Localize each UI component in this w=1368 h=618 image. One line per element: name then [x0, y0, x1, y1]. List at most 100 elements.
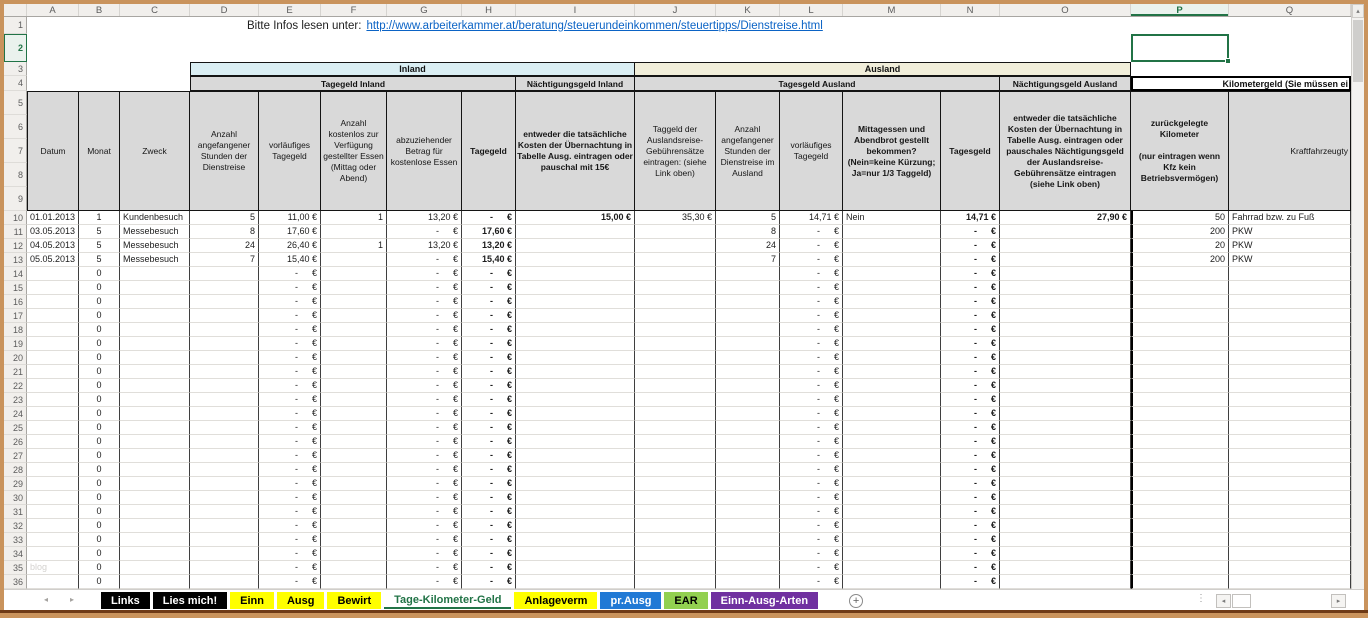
- cell-H21[interactable]: -€: [462, 365, 516, 379]
- vertical-scrollbar[interactable]: ▴: [1351, 4, 1364, 589]
- cell-D33[interactable]: [190, 533, 259, 547]
- section-header-naechtigungsgeld-ausland[interactable]: Nächtigungsgeld Ausland: [1000, 76, 1131, 91]
- cell-H36[interactable]: -€: [462, 575, 516, 589]
- cell-H16[interactable]: -€: [462, 295, 516, 309]
- sheet-tab-pr-ausg[interactable]: pr.Ausg: [600, 592, 661, 609]
- cell-H28[interactable]: -€: [462, 463, 516, 477]
- cell-L10[interactable]: 14,71 €: [780, 211, 843, 225]
- cell-J24[interactable]: [635, 407, 716, 421]
- cell-I31[interactable]: [516, 505, 635, 519]
- cell-P35[interactable]: [1131, 561, 1229, 575]
- cell-B25[interactable]: 0: [79, 421, 120, 435]
- cell-O35[interactable]: [1000, 561, 1131, 575]
- row-header-6[interactable]: 6: [4, 115, 27, 139]
- cell-A22[interactable]: [27, 379, 79, 393]
- cell-L28[interactable]: -€: [780, 463, 843, 477]
- cell-C22[interactable]: [120, 379, 190, 393]
- column-header-L[interactable]: L: [780, 4, 843, 16]
- cell-H10[interactable]: -€: [462, 211, 516, 225]
- row-header-36[interactable]: 36: [4, 575, 27, 589]
- cell-D20[interactable]: [190, 351, 259, 365]
- header-cell-B[interactable]: Monat: [79, 91, 120, 211]
- cell-A23[interactable]: [27, 393, 79, 407]
- cell-A21[interactable]: [27, 365, 79, 379]
- tab-nav-right-icon[interactable]: ▸: [70, 595, 74, 604]
- cell-C15[interactable]: [120, 281, 190, 295]
- row-header-28[interactable]: 28: [4, 463, 27, 477]
- cell-F23[interactable]: [321, 393, 387, 407]
- tab-nav-left-icon[interactable]: ◂: [44, 595, 48, 604]
- sheet-tab-bewirt[interactable]: Bewirt: [327, 592, 381, 609]
- cell-I36[interactable]: [516, 575, 635, 589]
- cell-P21[interactable]: [1131, 365, 1229, 379]
- cell-J13[interactable]: [635, 253, 716, 267]
- cell-N27[interactable]: -€: [941, 449, 1000, 463]
- cell-Q16[interactable]: [1229, 295, 1351, 309]
- row-header-20[interactable]: 20: [4, 351, 27, 365]
- cell-F26[interactable]: [321, 435, 387, 449]
- cell-K18[interactable]: [716, 323, 780, 337]
- cell-N35[interactable]: -€: [941, 561, 1000, 575]
- cell-C29[interactable]: [120, 477, 190, 491]
- cell-M33[interactable]: [843, 533, 941, 547]
- cell-I27[interactable]: [516, 449, 635, 463]
- cell-G15[interactable]: -€: [387, 281, 462, 295]
- cell-J20[interactable]: [635, 351, 716, 365]
- cell-A30[interactable]: [27, 491, 79, 505]
- cell-G27[interactable]: -€: [387, 449, 462, 463]
- horizontal-scroll-thumb[interactable]: [1232, 594, 1251, 608]
- cell-B16[interactable]: 0: [79, 295, 120, 309]
- cell-I10[interactable]: 15,00 €: [516, 211, 635, 225]
- cell-I34[interactable]: [516, 547, 635, 561]
- section-header-tagegeld-inland[interactable]: Tagegeld Inland: [190, 76, 516, 91]
- row-header-31[interactable]: 31: [4, 505, 27, 519]
- cell-Q28[interactable]: [1229, 463, 1351, 477]
- cell-K30[interactable]: [716, 491, 780, 505]
- cell-H23[interactable]: -€: [462, 393, 516, 407]
- cell-B12[interactable]: 5: [79, 239, 120, 253]
- column-header-C[interactable]: C: [120, 4, 190, 16]
- cell-A35[interactable]: blog: [27, 561, 79, 575]
- cell-J29[interactable]: [635, 477, 716, 491]
- cell-E34[interactable]: -€: [259, 547, 321, 561]
- row-header-10[interactable]: 10: [4, 211, 27, 225]
- row-header-35[interactable]: 35: [4, 561, 27, 575]
- cell-G13[interactable]: -€: [387, 253, 462, 267]
- cell-J26[interactable]: [635, 435, 716, 449]
- cell-N33[interactable]: -€: [941, 533, 1000, 547]
- cell-O36[interactable]: [1000, 575, 1131, 589]
- cell-B23[interactable]: 0: [79, 393, 120, 407]
- cell-E15[interactable]: -€: [259, 281, 321, 295]
- cell-K14[interactable]: [716, 267, 780, 281]
- row-header-19[interactable]: 19: [4, 337, 27, 351]
- cell-Q11[interactable]: PKW: [1229, 225, 1351, 239]
- cell-L34[interactable]: -€: [780, 547, 843, 561]
- sheet-tab-einn-ausg-arten[interactable]: Einn-Ausg-Arten: [711, 592, 818, 609]
- cell-A33[interactable]: [27, 533, 79, 547]
- cell-O15[interactable]: [1000, 281, 1131, 295]
- cell-N20[interactable]: -€: [941, 351, 1000, 365]
- cell-Q35[interactable]: [1229, 561, 1351, 575]
- cell-C10[interactable]: Kundenbesuch: [120, 211, 190, 225]
- section-header-tagesgeld-ausland[interactable]: Tagesgeld Ausland: [635, 76, 1000, 91]
- cell-L17[interactable]: -€: [780, 309, 843, 323]
- cell-H31[interactable]: -€: [462, 505, 516, 519]
- cell-Q25[interactable]: [1229, 421, 1351, 435]
- cell-F29[interactable]: [321, 477, 387, 491]
- cell-P15[interactable]: [1131, 281, 1229, 295]
- row-header-7[interactable]: 7: [4, 139, 27, 163]
- cell-N10[interactable]: 14,71 €: [941, 211, 1000, 225]
- cell-D32[interactable]: [190, 519, 259, 533]
- cell-M28[interactable]: [843, 463, 941, 477]
- cell-Q22[interactable]: [1229, 379, 1351, 393]
- cell-B13[interactable]: 5: [79, 253, 120, 267]
- cell-F16[interactable]: [321, 295, 387, 309]
- cell-O16[interactable]: [1000, 295, 1131, 309]
- cell-E10[interactable]: 11,00 €: [259, 211, 321, 225]
- cell-A25[interactable]: [27, 421, 79, 435]
- cell-C17[interactable]: [120, 309, 190, 323]
- cell-P29[interactable]: [1131, 477, 1229, 491]
- cell-M22[interactable]: [843, 379, 941, 393]
- column-header-Q[interactable]: Q: [1229, 4, 1351, 16]
- cell-E14[interactable]: -€: [259, 267, 321, 281]
